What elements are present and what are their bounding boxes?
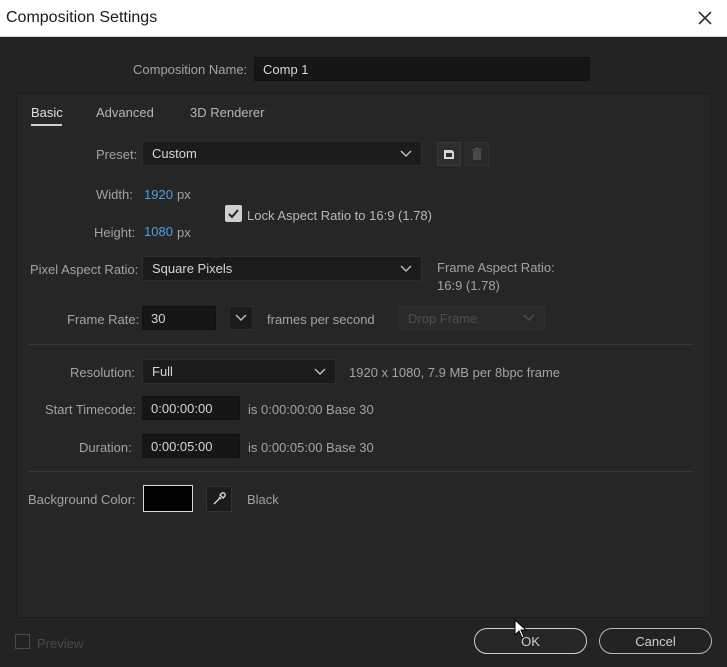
save-preset-button[interactable] <box>437 142 461 166</box>
background-color-label: Background Color: <box>28 492 136 507</box>
lock-aspect-checkbox[interactable] <box>225 205 242 222</box>
lock-aspect-label: Lock Aspect Ratio to 16:9 (1.78) <box>247 208 432 223</box>
frame-rate-unit: frames per second <box>267 312 375 327</box>
cancel-button[interactable]: Cancel <box>599 628 712 654</box>
separator <box>28 344 694 345</box>
chevron-down-icon <box>400 149 412 157</box>
chevron-down-icon <box>523 314 535 322</box>
width-unit: px <box>177 187 191 202</box>
duration-input[interactable]: 0:00:05:00 <box>142 434 240 458</box>
start-timecode-value: 0:00:00:00 <box>151 400 213 416</box>
close-icon <box>698 11 712 25</box>
chevron-down-icon <box>314 367 326 375</box>
comp-name-value: Comp 1 <box>263 61 309 77</box>
width-value[interactable]: 1920 <box>144 187 173 202</box>
tab-basic[interactable]: Basic <box>31 105 63 120</box>
height-unit: px <box>177 225 191 240</box>
checkmark-icon <box>228 209 239 219</box>
preview-checkbox[interactable] <box>15 634 30 649</box>
tab-3d-renderer[interactable]: 3D Renderer <box>190 105 264 120</box>
frame-aspect-label: Frame Aspect Ratio: <box>437 260 555 275</box>
background-color-name: Black <box>247 492 279 507</box>
trash-icon <box>472 147 482 160</box>
resolution-dropdown[interactable]: Full <box>142 359 336 384</box>
comp-name-input[interactable]: Comp 1 <box>254 57 590 81</box>
tab-advanced[interactable]: Advanced <box>96 105 154 120</box>
preset-dropdown[interactable]: Custom <box>142 141 422 166</box>
duration-info: is 0:00:05:00 Base 30 <box>248 440 374 455</box>
ok-button[interactable]: OK <box>474 628 587 654</box>
pixel-aspect-dropdown[interactable]: Square Pixels <box>142 256 422 281</box>
preview-label: Preview <box>37 636 84 651</box>
width-label: Width: <box>96 187 133 202</box>
window-title: Composition Settings <box>6 9 158 26</box>
separator <box>28 471 694 472</box>
start-timecode-label: Start Timecode: <box>45 402 137 417</box>
background-color-swatch[interactable] <box>143 485 193 512</box>
eyedropper-icon <box>213 492 226 505</box>
pixel-aspect-label: Pixel Aspect Ratio: <box>30 262 139 277</box>
frame-rate-value: 30 <box>151 310 166 326</box>
resolution-info: 1920 x 1080, 7.9 MB per 8bpc frame <box>349 365 561 380</box>
mouse-cursor-icon <box>514 619 528 639</box>
frame-rate-label: Frame Rate: <box>67 312 140 327</box>
duration-label: Duration: <box>79 440 132 455</box>
close-button[interactable] <box>693 6 717 30</box>
preset-label: Preset: <box>96 147 138 162</box>
frame-aspect-value: 16:9 (1.78) <box>437 278 500 293</box>
frame-rate-input[interactable]: 30 <box>142 306 216 330</box>
height-label: Height: <box>94 225 136 240</box>
height-value[interactable]: 1080 <box>144 224 173 239</box>
save-preset-icon <box>444 150 454 159</box>
drop-frame-value: Drop Frame <box>408 310 478 326</box>
comp-name-label: Composition Name: <box>133 62 248 77</box>
titlebar: Composition Settings <box>0 0 727 37</box>
delete-preset-button[interactable] <box>465 142 489 166</box>
frame-rate-dropdown-button[interactable] <box>229 306 253 330</box>
start-timecode-info: is 0:00:00:00 Base 30 <box>248 402 374 417</box>
settings-panel <box>16 93 711 618</box>
eyedropper-button[interactable] <box>206 486 232 512</box>
cancel-label: Cancel <box>635 633 676 649</box>
resolution-value: Full <box>152 364 173 379</box>
start-timecode-input[interactable]: 0:00:00:00 <box>142 396 240 420</box>
pixel-aspect-value: Square Pixels <box>152 261 233 276</box>
preset-value: Custom <box>152 146 197 161</box>
drop-frame-dropdown[interactable]: Drop Frame <box>398 306 545 330</box>
resolution-label: Resolution: <box>70 365 136 380</box>
duration-value: 0:00:05:00 <box>151 438 213 454</box>
tab-basic-underline <box>31 124 62 126</box>
chevron-down-icon <box>400 264 412 272</box>
chevron-down-icon <box>235 314 247 322</box>
